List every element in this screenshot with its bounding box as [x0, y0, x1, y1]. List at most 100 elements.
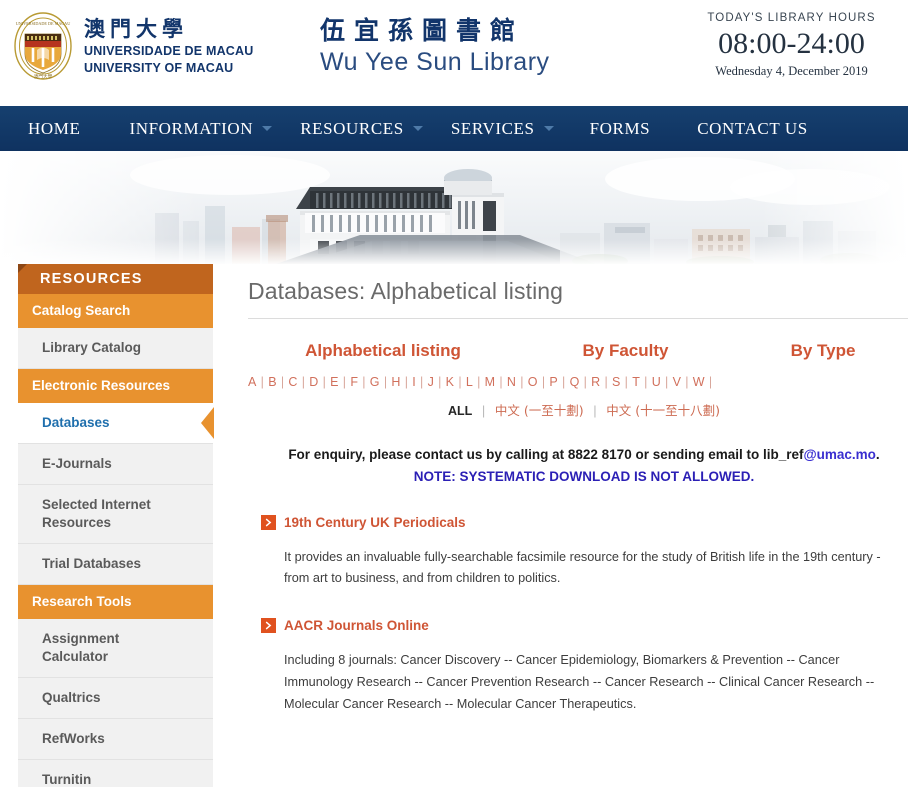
alphabet-filter-k[interactable]: K — [446, 375, 455, 389]
separator: | — [708, 375, 713, 389]
nav-item-forms[interactable]: FORMS — [590, 119, 651, 139]
sidebar-item-qualtrics[interactable]: Qualtrics — [18, 678, 213, 719]
sidebar-item-trial-databases[interactable]: Trial Databases — [18, 544, 213, 585]
alphabet-filter-q[interactable]: Q — [570, 375, 580, 389]
filter-all[interactable]: ALL — [448, 404, 472, 418]
main-content: Databases: Alphabetical listing Alphabet… — [213, 264, 908, 787]
listing-tabs: Alphabetical listing By Faculty By Type — [248, 341, 908, 361]
alphabet-filter-a[interactable]: A — [248, 375, 257, 389]
nav-item-home[interactable]: HOME — [28, 119, 80, 139]
sidebar-item-assignment-calculator[interactable]: Assignment Calculator — [18, 619, 213, 678]
alphabet-filter-e[interactable]: E — [330, 375, 339, 389]
site-header: UNIVERSIDADE DE MACAU 澳門大學 澳門大學 UNIVERSI… — [0, 0, 908, 106]
alphabet-filter-p[interactable]: P — [549, 375, 558, 389]
alphabet-filter-b[interactable]: B — [268, 375, 277, 389]
nav-label: INFORMATION — [129, 118, 254, 138]
separator: | — [458, 375, 462, 389]
resources-sidebar: RESOURCES Catalog Search Library Catalog… — [18, 264, 213, 787]
sidebar-heading: RESOURCES — [18, 264, 213, 294]
separator: | — [342, 375, 347, 389]
hours-date: Wednesday 4, December 2019 — [715, 64, 868, 78]
nav-item-contact-us[interactable]: CONTACT US — [697, 119, 808, 139]
database-entry: AACR Journals Online Including 8 journal… — [248, 618, 908, 716]
database-header[interactable]: AACR Journals Online — [261, 618, 908, 634]
main-navigation: HOME INFORMATION RESOURCES SERVICES FORM… — [0, 106, 908, 151]
nav-label: RESOURCES — [300, 118, 404, 138]
separator: | — [404, 375, 409, 389]
chevron-down-icon — [543, 126, 554, 131]
alphabet-filter-r[interactable]: R — [591, 375, 600, 389]
alphabet-filter-l[interactable]: L — [466, 375, 473, 389]
database-name[interactable]: 19th Century UK Periodicals — [284, 515, 466, 530]
sidebar-category-catalog-search[interactable]: Catalog Search — [18, 294, 213, 328]
separator: | — [624, 375, 629, 389]
alphabet-filter-u[interactable]: U — [652, 375, 661, 389]
alphabet-filter-h[interactable]: H — [391, 375, 400, 389]
alphabet-filter-v[interactable]: V — [673, 375, 682, 389]
alphabet-filter-o[interactable]: O — [528, 375, 538, 389]
alphabet-filter-c[interactable]: C — [288, 375, 297, 389]
sidebar-item-selected-internet-resources[interactable]: Selected Internet Resources — [18, 485, 213, 544]
university-crest-icon: UNIVERSIDADE DE MACAU 澳門大學 — [12, 10, 74, 82]
filter-chinese-11-18[interactable]: 中文 (十一至十八劃) — [606, 403, 720, 418]
separator: | — [583, 375, 588, 389]
nav-label: FORMS — [589, 118, 651, 138]
nav-item-information[interactable]: INFORMATION — [129, 118, 273, 139]
separator: | — [260, 375, 265, 389]
enquiry-text: For enquiry, please contact us by callin… — [288, 447, 804, 462]
database-header[interactable]: 19th Century UK Periodicals — [261, 514, 908, 530]
enquiry-email-link[interactable]: @umac.mo — [803, 447, 875, 462]
enquiry-notice: For enquiry, please contact us by callin… — [248, 444, 908, 489]
nav-label: CONTACT US — [697, 118, 808, 138]
separator: | — [383, 375, 388, 389]
sidebar-item-library-catalog[interactable]: Library Catalog — [18, 328, 213, 369]
separator: | — [644, 375, 648, 389]
alphabet-filter-w[interactable]: W — [693, 375, 705, 389]
nav-item-services[interactable]: SERVICES — [451, 119, 554, 139]
sidebar-category-research-tools[interactable]: Research Tools — [18, 585, 213, 619]
alphabet-secondary-row: ALL | 中文 (一至十劃) | 中文 (十一至十八劃) — [248, 400, 908, 419]
library-title-block[interactable]: 伍宜孫圖書館 Wu Yee Sun Library — [300, 0, 683, 78]
separator: | — [541, 375, 546, 389]
hours-time: 08:00-24:00 — [718, 27, 865, 60]
sidebar-category-electronic-resources[interactable]: Electronic Resources — [18, 369, 213, 403]
alphabet-filter-s[interactable]: S — [612, 375, 621, 389]
chevron-down-icon — [262, 126, 273, 131]
university-logo-block[interactable]: UNIVERSIDADE DE MACAU 澳門大學 澳門大學 UNIVERSI… — [0, 0, 300, 82]
separator: | — [520, 375, 524, 389]
svg-text:澳門大學: 澳門大學 — [34, 73, 53, 80]
university-name-block: 澳門大學 UNIVERSIDADE DE MACAU UNIVERSITY OF… — [84, 14, 254, 77]
alphabet-filter-g[interactable]: G — [370, 375, 380, 389]
nav-label: SERVICES — [450, 118, 535, 138]
tab-by-type[interactable]: By Type — [733, 341, 908, 361]
nav-label: HOME — [28, 118, 81, 138]
alphabet-filter-row: A | B | C | D | E | F | G | H | I | J | K | L | M | N | O | P | Q | R | S | T |… — [248, 375, 908, 389]
sidebar-item-e-journals[interactable]: E-Journals — [18, 444, 213, 485]
separator: | — [280, 375, 285, 389]
chevron-right-icon — [261, 514, 276, 530]
separator: | — [562, 375, 566, 389]
alphabet-filter-f[interactable]: F — [350, 375, 358, 389]
enquiry-line: For enquiry, please contact us by callin… — [248, 444, 908, 466]
hours-label: TODAY'S LIBRARY HOURS — [707, 12, 876, 24]
alphabet-filter-m[interactable]: M — [485, 375, 496, 389]
sidebar-item-databases[interactable]: Databases — [18, 403, 213, 444]
alphabet-filter-t[interactable]: T — [632, 375, 640, 389]
library-banner-image — [0, 151, 908, 264]
enquiry-suffix: . — [875, 447, 880, 462]
database-entry: 19th Century UK Periodicals It provides … — [248, 514, 908, 591]
filter-chinese-1-10[interactable]: 中文 (一至十劃) — [495, 403, 584, 418]
university-name-pt: UNIVERSIDADE DE MACAU — [84, 43, 254, 58]
alphabet-filter-n[interactable]: N — [507, 375, 516, 389]
sidebar-item-turnitin[interactable]: Turnitin — [18, 760, 213, 787]
separator: | — [322, 375, 327, 389]
database-name[interactable]: AACR Journals Online — [284, 618, 429, 633]
sidebar-item-refworks[interactable]: RefWorks — [18, 719, 213, 760]
library-name-en: Wu Yee Sun Library — [320, 48, 550, 76]
tab-alphabetical-listing[interactable]: Alphabetical listing — [248, 341, 518, 361]
nav-item-resources[interactable]: RESOURCES — [300, 119, 423, 139]
database-description: It provides an invaluable fully-searchab… — [284, 549, 881, 586]
separator: | — [593, 403, 597, 418]
university-name-en: UNIVERSITY OF MACAU — [84, 61, 234, 76]
tab-by-faculty[interactable]: By Faculty — [518, 341, 733, 361]
